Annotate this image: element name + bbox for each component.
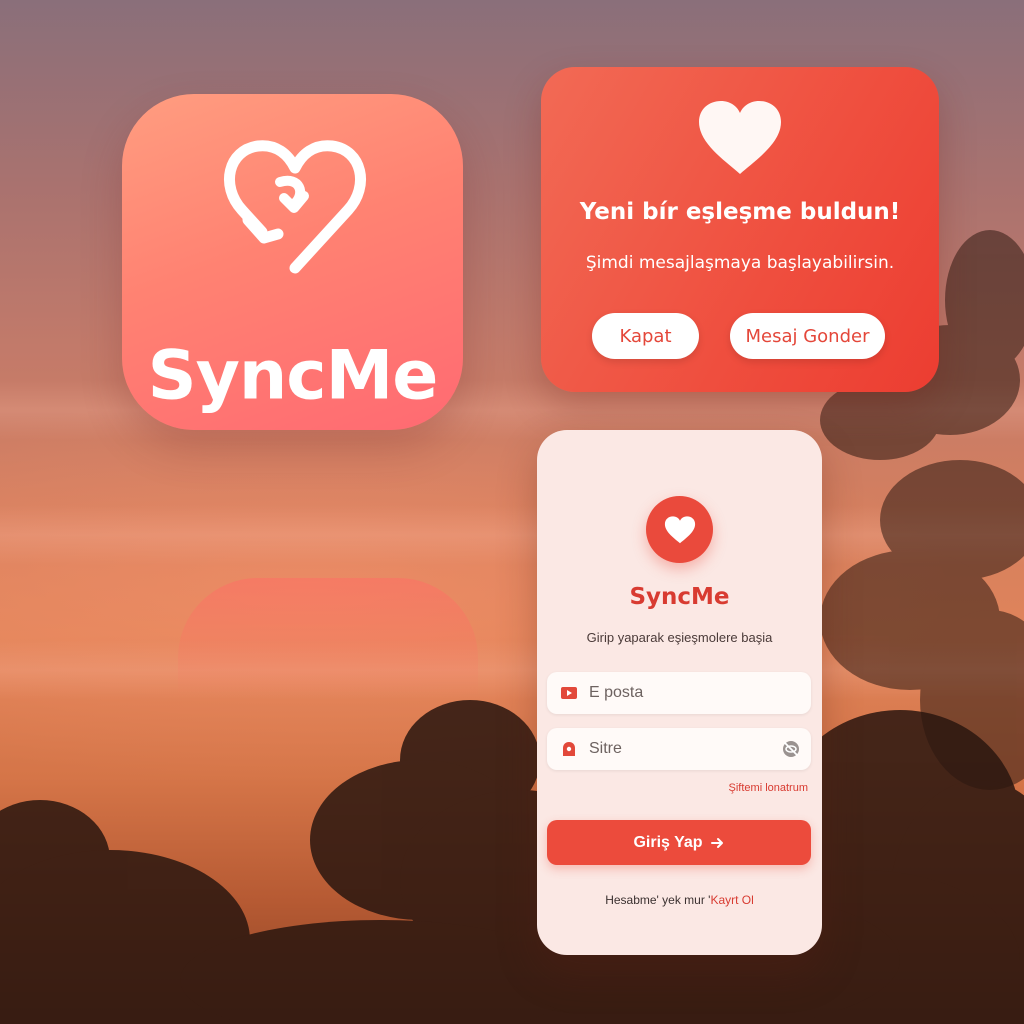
- eye-off-icon[interactable]: [781, 739, 801, 759]
- match-title: Yeni bír eşleşme buldun!: [579, 199, 901, 225]
- email-icon: [561, 687, 577, 699]
- match-subtitle: Şimdi mesajlaşmaya başlayabilirsin.: [585, 253, 895, 273]
- app-icon[interactable]: SyncMe: [122, 94, 463, 430]
- heart-icon: [699, 101, 781, 174]
- arrow-right-icon: [710, 837, 723, 848]
- logo-badge: [646, 496, 713, 563]
- login-button-label: Giriş Yap: [633, 833, 703, 851]
- forgot-password-link[interactable]: Şiftemi lonatrum: [729, 782, 808, 794]
- signup-prompt: Hesabme' yek mur 'Kayrt Ol: [537, 893, 822, 907]
- background-cloud-band: [0, 640, 1024, 700]
- close-button[interactable]: Kapat: [592, 313, 699, 359]
- login-brand-title: SyncMe: [629, 584, 730, 610]
- signup-link[interactable]: Kayrt Ol: [710, 893, 753, 907]
- lock-icon: [563, 742, 575, 756]
- background-cloud-band: [0, 505, 1024, 565]
- email-input[interactable]: [589, 672, 769, 714]
- background-sky-glow: [0, 380, 1024, 800]
- match-notification-card: Yeni bír eşleşme buldun! Şimdi mesajlaşm…: [541, 67, 939, 392]
- send-message-button[interactable]: Mesaj Gonder: [730, 313, 885, 359]
- app-name: SyncMe: [147, 336, 439, 416]
- password-field[interactable]: [547, 728, 811, 770]
- app-icon-reflection: [178, 578, 478, 698]
- email-field[interactable]: [547, 672, 811, 714]
- signup-prefix: Hesabme' yek mur ': [605, 893, 711, 907]
- login-tagline: Girip yaparak eşieşmolere başia: [586, 630, 773, 645]
- heart-sync-icon: [224, 140, 366, 274]
- password-input[interactable]: [589, 728, 769, 770]
- heart-icon: [664, 515, 695, 543]
- login-screen: SyncMe Girip yaparak eşieşmolere başia Ş…: [537, 430, 822, 955]
- login-button[interactable]: Giriş Yap: [547, 820, 811, 865]
